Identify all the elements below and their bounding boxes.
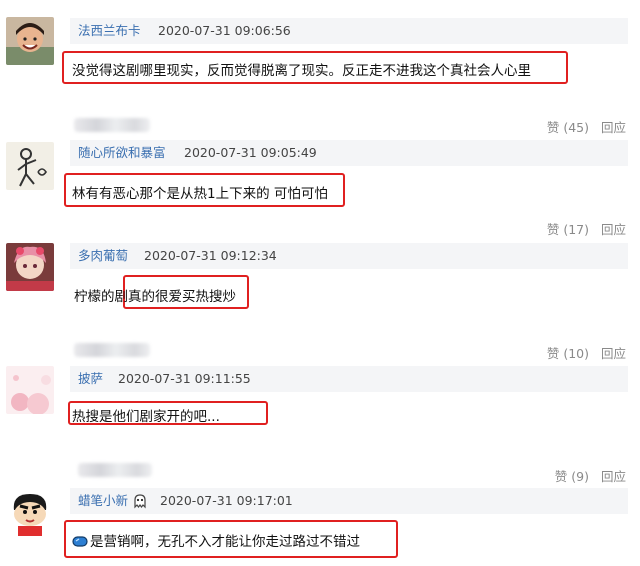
avatar[interactable]	[6, 488, 54, 536]
username[interactable]: 蜡笔小新	[78, 488, 128, 514]
comment-item: 蜡笔小新 2020-07-31 09:17:01 是营销啊，无孔不入才能让你走过…	[0, 0, 640, 566]
blue-gem-icon	[72, 536, 88, 547]
comment-meta-bar: 蜡笔小新 2020-07-31 09:17:01	[70, 488, 628, 514]
ghost-icon	[134, 494, 146, 509]
comment-text: 是营销啊，无孔不入才能让你走过路过不错过	[72, 530, 360, 550]
comment-text-content: 是营销啊，无孔不入才能让你走过路过不错过	[90, 534, 360, 550]
timestamp: 2020-07-31 09:17:01	[160, 493, 293, 508]
